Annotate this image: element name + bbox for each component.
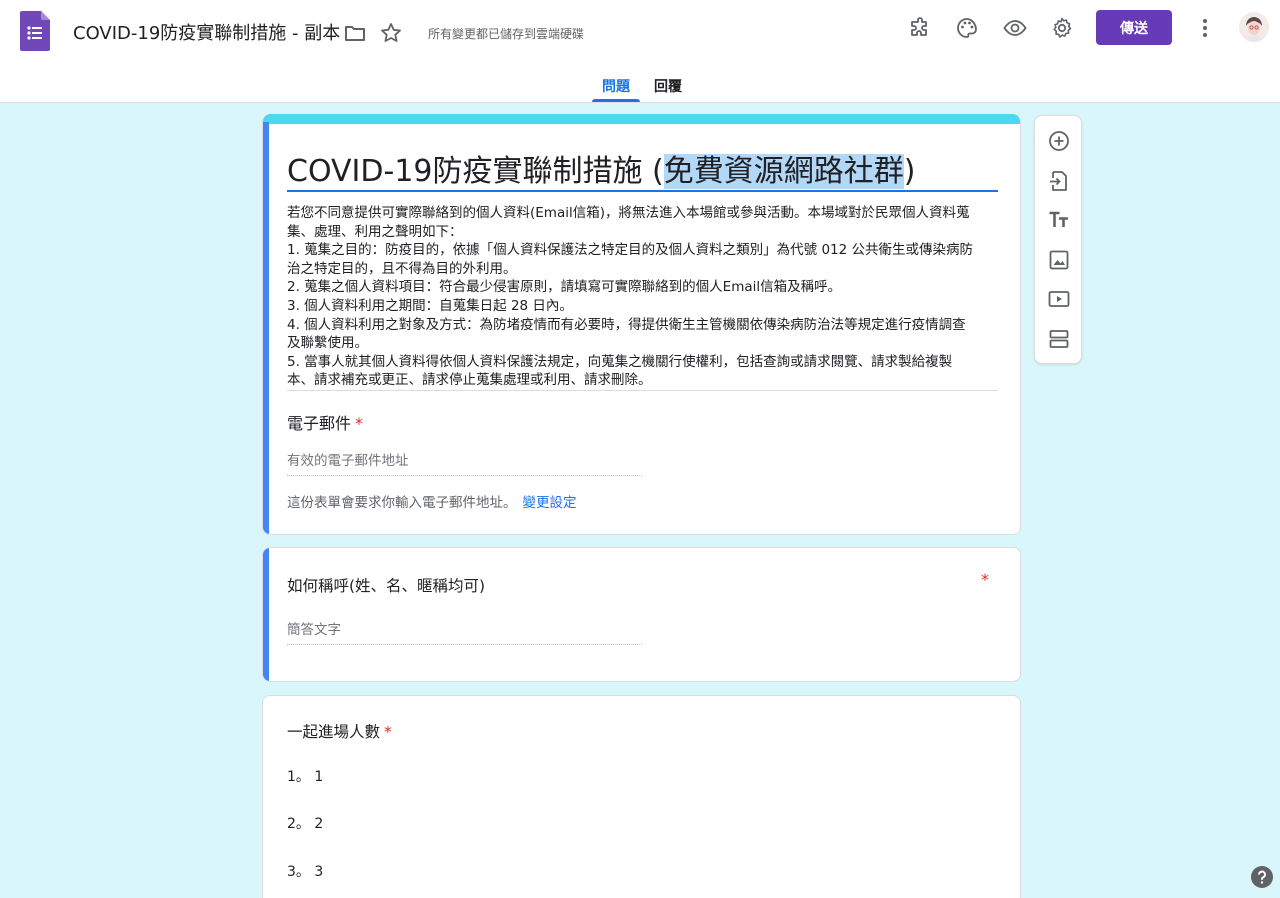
required-asterisk: *	[355, 414, 364, 433]
list-option[interactable]: 1。 1	[287, 766, 323, 786]
description-line: 若您不同意提供可實際聯絡到的個人資料(Email信箱)，將無法進入本場館或參與活…	[287, 205, 970, 221]
add-section-icon[interactable]	[1047, 327, 1071, 351]
tab-bar: 問題 回覆	[0, 70, 1280, 103]
palette-icon[interactable]	[955, 16, 979, 40]
avatar-image	[1239, 12, 1269, 42]
more-vert-icon[interactable]	[1193, 16, 1217, 40]
description-line: 治之特定目的，且不得為目的外利用。	[287, 260, 517, 277]
email-question-label: 電子郵件 *	[287, 410, 363, 434]
form-title-end: )	[903, 154, 916, 189]
title-focus-underline	[287, 190, 998, 192]
forms-logo-icon[interactable]	[20, 11, 50, 51]
app-header: COVID-19防疫實聯制措施 - 副本 所有變更都已儲存到雲端硬碟 傳送 問題…	[0, 0, 1280, 103]
list-option[interactable]: 3。 3	[287, 861, 323, 881]
email-label-text: 電子郵件	[287, 414, 352, 433]
question-title-text: 一起進場人數	[287, 723, 381, 741]
list-option[interactable]: 2。 2	[287, 813, 323, 833]
change-settings-link[interactable]: 變更設定	[523, 495, 577, 511]
document-title[interactable]: COVID-19防疫實聯制措施 - 副本	[73, 19, 340, 45]
active-tab-indicator	[592, 99, 640, 102]
tab-responses[interactable]: 回覆	[654, 76, 682, 96]
add-title-icon[interactable]	[1047, 208, 1071, 232]
description-line: 集、處理、利用之聲明如下：	[287, 223, 463, 240]
form-title[interactable]: COVID-19防疫實聯制措施 (免費資源網路社群)	[287, 146, 915, 190]
help-icon	[1258, 870, 1266, 884]
required-asterisk: *	[384, 723, 392, 741]
selected-card-indicator	[263, 122, 269, 534]
form-title-main: COVID-19防疫實聯制措施 (	[287, 154, 664, 189]
question-title[interactable]: 一起進場人數 *	[287, 720, 392, 742]
help-button[interactable]	[1251, 866, 1273, 888]
preview-icon[interactable]	[1003, 16, 1027, 40]
description-line: 5. 當事人就其個人資料得依個人資料保護法規定，向蒐集之機關行使權利，包括查詢或…	[287, 353, 953, 370]
send-button[interactable]: 傳送	[1096, 10, 1172, 45]
addon-icon[interactable]	[908, 16, 932, 40]
avatar[interactable]	[1239, 12, 1269, 42]
selected-card-indicator	[263, 548, 269, 681]
description-line: 3. 個人資料利用之期間：自蒐集日起 28 日內。	[287, 297, 573, 314]
tab-questions[interactable]: 問題	[602, 76, 630, 96]
short-answer-field[interactable]: 簡答文字	[287, 618, 642, 645]
add-question-icon[interactable]	[1047, 129, 1071, 153]
question-card-count[interactable]: 一起進場人數 * 1。 1 2。 2 3。 3	[262, 695, 1021, 898]
question-card-name[interactable]: 如何稱呼(姓、名、暱稱均可) * 簡答文字	[262, 547, 1021, 682]
add-image-icon[interactable]	[1047, 248, 1071, 272]
description-line: 及聯繫使用。	[287, 335, 368, 352]
email-field[interactable]: 有效的電子郵件地址	[287, 449, 642, 476]
import-questions-icon[interactable]	[1047, 169, 1071, 193]
description-line: 2. 蒐集之個人資料項目：符合最少侵害原則，請填寫可實際聯絡到的個人Email信…	[287, 279, 842, 296]
folder-icon[interactable]	[343, 21, 367, 45]
theme-band	[263, 114, 1020, 124]
description-line: 1. 蒐集之目的：防疫目的，依據「個人資料保護法之特定目的及個人資料之類別」為代…	[287, 242, 974, 259]
save-status: 所有變更都已儲存到雲端硬碟	[428, 27, 585, 41]
email-note-text: 這份表單會要求你輸入電子郵件地址。	[287, 495, 517, 511]
floating-toolbar	[1034, 115, 1082, 364]
description-line: 本、請求補充或更正、請求停止蒐集處理或利用、請求刪除。	[287, 372, 652, 389]
form-header-card[interactable]: COVID-19防疫實聯制措施 (免費資源網路社群) 若您不同意提供可實際聯絡到…	[262, 114, 1021, 535]
question-title[interactable]: 如何稱呼(姓、名、暱稱均可)	[287, 574, 485, 596]
form-title-selection: 免費資源網路社群	[663, 154, 904, 189]
description-line: 4. 個人資料利用之對象及方式：為防堵疫情而有必要時，得提供衛生主管機關依傳染病…	[287, 316, 966, 333]
email-collection-note: 這份表單會要求你輸入電子郵件地址。 變更設定	[287, 491, 577, 511]
form-description[interactable]: 若您不同意提供可實際聯絡到的個人資料(Email信箱)，將無法進入本場館或參與活…	[287, 204, 998, 390]
description-underline	[287, 390, 998, 391]
settings-icon[interactable]	[1050, 16, 1074, 40]
add-video-icon[interactable]	[1047, 287, 1071, 311]
star-icon[interactable]	[379, 21, 403, 45]
required-asterisk: *	[981, 570, 989, 589]
